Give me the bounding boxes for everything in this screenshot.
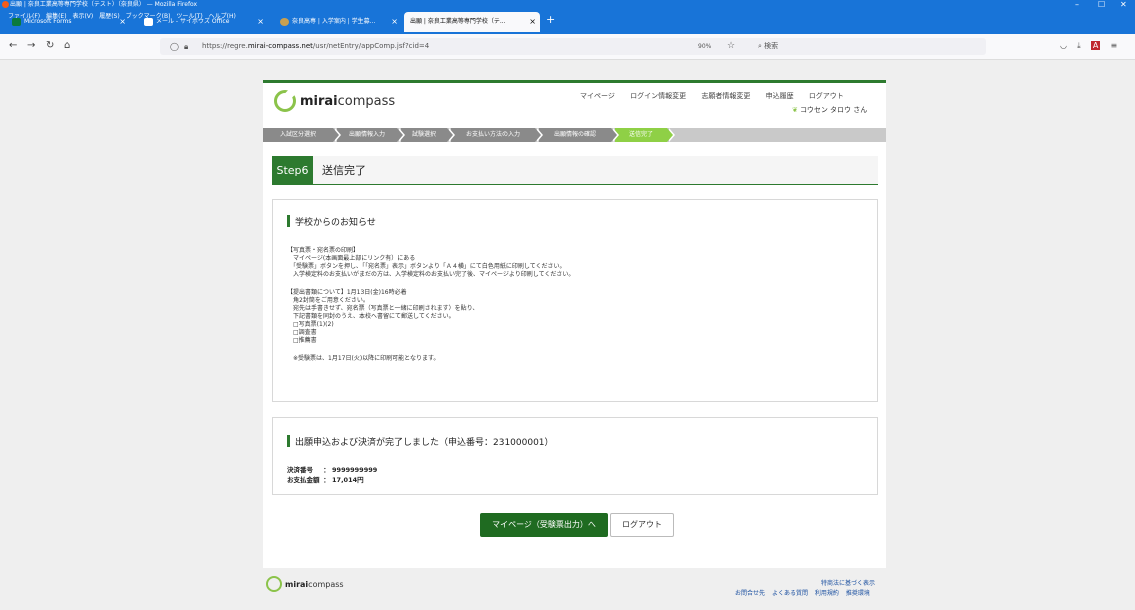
- mypage-link[interactable]: マイページ: [580, 92, 615, 100]
- user-leaf-icon: ❦: [792, 106, 798, 114]
- payment-amount: お支払金額 ： 17,014円: [287, 476, 364, 484]
- minimize-icon[interactable]: –: [1075, 0, 1079, 9]
- footer-links-row2: お問合せ先 よくある質問 利用規約 推奨環境: [730, 588, 870, 597]
- terms-link[interactable]: 利用規約: [815, 590, 839, 597]
- close-window-icon[interactable]: ✕: [1120, 0, 1127, 9]
- page-viewport: miraicompass マイページ ログイン情報変更 志願者情報変更 申込履歴…: [0, 60, 1135, 610]
- compass-ring-icon: [274, 90, 296, 112]
- tab-cybozu[interactable]: メール - サイボウズ Office ×: [142, 12, 268, 32]
- step-3: 試験選択: [401, 128, 455, 142]
- mirai-compass-logo[interactable]: miraicompass: [274, 88, 395, 114]
- shield-icon[interactable]: ◯: [170, 38, 179, 55]
- tab-label: 出願 | 奈良工業高等専門学校（テ...: [410, 18, 506, 25]
- forms-icon: [12, 18, 21, 26]
- maximize-icon[interactable]: ☐: [1098, 0, 1105, 9]
- tab-entry-active[interactable]: 出願 | 奈良工業高等専門学校（テ... ×: [404, 12, 540, 32]
- application-history-link[interactable]: 申込履歴: [766, 92, 794, 100]
- tab-nara-kosen[interactable]: 奈良高専 | 入学案内 | 学生募... ×: [278, 12, 402, 32]
- school-notice-box: 学校からのお知らせ 【写真票・宛名票の印刷】 マイページ(本画面最上部にリンク有…: [272, 199, 878, 402]
- tab-close-icon[interactable]: ×: [119, 12, 126, 32]
- user-name: ❦ コウセン タロウ さん: [792, 106, 868, 114]
- faq-link[interactable]: よくある質問: [772, 590, 808, 597]
- address-bar[interactable]: ◯ 🔒︎ https://regre.mirai-compass.net/usr…: [160, 38, 986, 55]
- reload-icon[interactable]: ↻: [46, 40, 54, 51]
- zoom-level[interactable]: 90%: [698, 38, 711, 55]
- navigation-bar: ← → ↻ ⌂ ◯ 🔒︎ https://regre.mirai-compass…: [0, 34, 1135, 60]
- acrobat-icon[interactable]: A: [1090, 41, 1101, 50]
- tab-close-icon[interactable]: ×: [529, 12, 536, 32]
- home-icon[interactable]: ⌂: [64, 40, 70, 51]
- logout-link[interactable]: ログアウト: [809, 92, 844, 100]
- new-tab-icon[interactable]: +: [546, 13, 555, 26]
- notice-line: 入学検定料のお支払いがまだの方は、入学検定料のお支払い完了後、マイページより印刷…: [287, 271, 575, 278]
- step-5: 出願情報の確認: [539, 128, 619, 142]
- nara-kosen-icon: [280, 18, 289, 26]
- notice-heading: 学校からのお知らせ: [287, 215, 376, 228]
- url-text[interactable]: https://regre.mirai-compass.net/usr/netE…: [202, 38, 429, 55]
- window-title-bar: 出願 | 奈良工業高等専門学校（テスト）（奈良県） — Mozilla Fire…: [0, 0, 1135, 9]
- page-footer: miraicompass 特商法に基づく表示 お問合せ先 よくある質問 利用規約…: [0, 568, 1135, 608]
- header-links: マイページ ログイン情報変更 志願者情報変更 申込履歴 ログアウト: [580, 91, 857, 101]
- window-title: 出願 | 奈良工業高等専門学校（テスト）（奈良県） — Mozilla Fire…: [10, 1, 198, 8]
- page-title: 送信完了: [322, 164, 366, 177]
- step-2: 出願情報入力: [337, 128, 405, 142]
- search-field[interactable]: ⌕ 検索: [758, 38, 978, 55]
- login-info-change-link[interactable]: ログイン情報変更: [630, 92, 686, 100]
- tab-label: メール - サイボウズ Office: [156, 18, 230, 25]
- tokushoho-link[interactable]: 特商法に基づく表示: [821, 580, 875, 587]
- firefox-icon: [2, 1, 9, 8]
- download-icon[interactable]: ⤓: [1077, 41, 1081, 50]
- tab-close-icon[interactable]: ×: [257, 12, 264, 32]
- footer-links-row1: 特商法に基づく表示: [816, 578, 875, 587]
- back-icon[interactable]: ←: [9, 40, 17, 51]
- notice-line: □推薦書: [287, 337, 317, 344]
- completion-box: 出願申込および決済が完了しました（申込番号：231000001） 決済番号 ： …: [272, 417, 878, 495]
- mypage-button[interactable]: マイページ（受験票出力）へ: [480, 513, 608, 537]
- completion-heading: 出願申込および決済が完了しました（申込番号：231000001）: [287, 435, 554, 448]
- logout-button[interactable]: ログアウト: [610, 513, 674, 537]
- cybozu-icon: [144, 18, 153, 26]
- progress-steps: 入試区分選択 出願情報入力 試験選択 お支払い方法の入力 出願情報の確認 送信完…: [263, 128, 886, 142]
- step-badge: Step6: [272, 156, 313, 185]
- step-title-bar: Step6 送信完了: [272, 156, 878, 185]
- compass-ring-icon: [266, 576, 282, 592]
- lock-icon[interactable]: 🔒︎: [184, 38, 188, 55]
- header-accent-line: [263, 80, 886, 83]
- footer-logo[interactable]: miraicompass: [266, 576, 344, 592]
- bookmark-star-icon[interactable]: ☆: [727, 38, 735, 55]
- tab-label: Microsoft Forms: [24, 18, 72, 25]
- step-6-current: 送信完了: [615, 128, 675, 142]
- toolbar-icons: ◡ ⤓ A ≡: [1060, 41, 1117, 51]
- step-1: 入試区分選択: [263, 128, 341, 142]
- forward-icon[interactable]: →: [27, 40, 35, 51]
- recommended-env-link[interactable]: 推奨環境: [846, 590, 870, 597]
- tab-microsoft-forms[interactable]: Microsoft Forms ×: [10, 12, 130, 32]
- tab-label: 奈良高専 | 入学案内 | 学生募...: [292, 18, 376, 25]
- notice-line: ※受験票は、1月17日(火)以降に印刷可能となります。: [287, 355, 440, 362]
- tab-close-icon[interactable]: ×: [391, 12, 398, 32]
- payment-number: 決済番号 ： 9999999999: [287, 466, 378, 474]
- step-4: お支払い方法の入力: [451, 128, 543, 142]
- contact-link[interactable]: お問合せ先: [735, 590, 765, 597]
- applicant-info-change-link[interactable]: 志願者情報変更: [701, 92, 750, 100]
- menu-icon[interactable]: ≡: [1111, 41, 1118, 50]
- pocket-icon[interactable]: ◡: [1060, 41, 1067, 50]
